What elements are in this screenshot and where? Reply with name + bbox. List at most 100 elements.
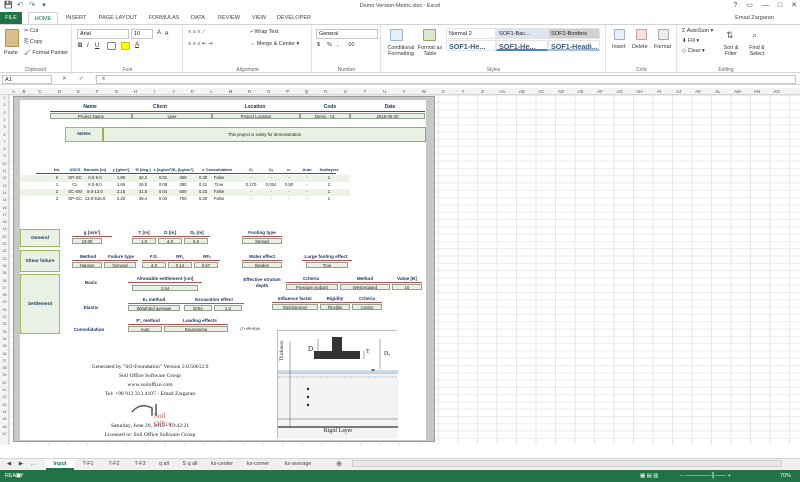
minimize-button[interactable]: — — [762, 0, 769, 12]
location-cell[interactable]: Project Location — [212, 113, 300, 119]
row-header[interactable]: 31 — [0, 315, 9, 319]
insert-cells-button[interactable]: Insert — [612, 44, 625, 50]
row-header[interactable]: 25 — [0, 271, 9, 275]
table-row[interactable]: 1 CL 6.0-8.0 1.65 26.0 0.08 350 0.41 True 0.170 0.… — [20, 182, 350, 189]
clear-button[interactable]: ◇ Clear ▾ — [682, 48, 705, 54]
value-cell[interactable]: 10 — [392, 284, 422, 290]
row-header[interactable]: 11 — [0, 169, 9, 173]
excavation-cell-a[interactable]: ErEs — [184, 305, 212, 311]
number-format-select[interactable]: General — [316, 29, 378, 39]
macro-icon[interactable]: ▣ — [16, 470, 21, 482]
table-cell[interactable]: 1 — [51, 182, 63, 189]
column-header[interactable]: L — [202, 88, 221, 95]
style-sof1-bac[interactable]: SOF1-Bac... — [496, 28, 548, 39]
column-header[interactable]: AD — [551, 88, 571, 95]
column-header[interactable]: AM — [728, 88, 748, 95]
column-header[interactable]: W — [414, 88, 434, 95]
grow-font-button[interactable]: A — [157, 30, 161, 36]
table-cell[interactable]: 32.2 — [133, 175, 153, 182]
t-cell[interactable]: 1.0 — [132, 238, 156, 244]
table-cell[interactable]: 26.0 — [133, 182, 153, 189]
table-cell[interactable]: 350 — [173, 182, 193, 189]
table-cell[interactable]: - — [262, 175, 280, 182]
column-header[interactable]: AL — [708, 88, 728, 95]
currency-button[interactable]: $ — [317, 42, 320, 48]
column-header[interactable]: C — [30, 88, 50, 95]
fs-cell[interactable]: 4.0 — [142, 262, 166, 268]
column-header[interactable]: AI — [649, 88, 669, 95]
column-header[interactable]: Q — [297, 88, 316, 95]
format-table-button[interactable]: Format as Table — [417, 45, 443, 57]
row-header[interactable]: 28 — [0, 293, 9, 297]
row-header[interactable]: 15 — [0, 198, 9, 202]
table-cell[interactable]: - — [281, 189, 297, 196]
ribbon-display-button[interactable]: ▭ — [746, 0, 753, 12]
row-header[interactable]: 44 — [0, 410, 9, 414]
table-cell[interactable]: 2 — [51, 189, 63, 196]
row-header[interactable]: 2 — [0, 103, 9, 107]
column-header[interactable]: T — [355, 88, 375, 95]
row-header[interactable]: 17 — [0, 213, 9, 217]
column-header[interactable]: AJ — [669, 88, 689, 95]
dw-cell[interactable]: 6.0 — [184, 238, 208, 244]
align-top-icon[interactable]: ≡ ≡ ≡ ⟋ — [188, 29, 206, 36]
row-header[interactable]: 1 — [0, 96, 9, 100]
table-cell[interactable]: False — [204, 196, 234, 203]
row-header[interactable]: 14 — [0, 191, 9, 195]
column-header[interactable]: AO — [767, 88, 787, 95]
sheet-tab-ks-corner[interactable]: ks-corner — [240, 459, 276, 470]
row-header[interactable]: 36 — [0, 352, 9, 356]
formula-input[interactable] — [96, 75, 796, 84]
find-select-button[interactable]: Find & Select — [744, 45, 770, 57]
table-cell[interactable]: - — [297, 182, 317, 189]
row-header[interactable]: 35 — [0, 344, 9, 348]
column-header[interactable]: AG — [610, 88, 630, 95]
row-header[interactable]: 29 — [0, 300, 9, 304]
sheet-tab-t-f1[interactable]: T-F1 — [76, 459, 100, 470]
column-header[interactable]: B — [18, 88, 30, 95]
table-cell[interactable]: False — [204, 175, 234, 182]
column-header[interactable]: Z — [473, 88, 493, 95]
table-cell[interactable]: 35.4 — [133, 196, 153, 203]
next-sheet-icon[interactable]: ▶ — [16, 459, 26, 470]
sort-filter-button[interactable]: Sort & Filter — [720, 45, 742, 57]
tab-view[interactable]: VIEW — [248, 12, 270, 24]
criteria-cell[interactable]: Pressure isobars — [286, 284, 338, 290]
table-row[interactable]: 2 SC-SM 8.0-13.0 2.15 31.5 0.04 500 0.33 False - -… — [20, 189, 350, 196]
paste-icon[interactable] — [5, 29, 19, 47]
excavation-cell-b[interactable]: 1.0 — [214, 305, 242, 311]
project-name-cell[interactable]: Project Name — [50, 113, 132, 119]
influence-cell[interactable]: Steinbrenner — [272, 304, 318, 310]
pc-method-cell[interactable]: Auto — [128, 326, 162, 332]
column-header[interactable]: D — [50, 88, 69, 95]
row-header[interactable]: 19 — [0, 227, 9, 231]
row-header[interactable]: 12 — [0, 176, 9, 180]
style-normal-2[interactable]: Normal 2 — [446, 28, 496, 39]
insert-cells-icon[interactable] — [614, 29, 625, 40]
table-row[interactable]: 3 GP-GC 13.0-515.0 2.20 35.4 0.03 700 0.30 False… — [20, 196, 350, 203]
copy-button[interactable]: ⎘ Copy — [24, 39, 42, 46]
underline-button[interactable]: U — [95, 43, 99, 49]
style-sof1-borders[interactable]: SOF1-Borders — [548, 28, 600, 39]
row-header[interactable]: 27 — [0, 286, 9, 290]
row-header[interactable]: 13 — [0, 184, 9, 188]
table-cell[interactable]: - — [262, 189, 280, 196]
table-cell[interactable]: 1 — [317, 196, 341, 203]
add-sheet-icon[interactable]: ⊕ — [334, 459, 344, 470]
tab-page-layout[interactable]: PAGE LAYOUT — [94, 12, 142, 24]
row-header[interactable]: 4 — [0, 118, 9, 122]
column-header[interactable]: V — [394, 88, 414, 95]
delete-cells-icon[interactable] — [636, 29, 647, 40]
format-cells-button[interactable]: Format — [654, 44, 671, 50]
table-cell[interactable]: 500 — [173, 189, 193, 196]
method-cell[interactable]: Hansen — [72, 262, 102, 268]
style-sof1-he-2[interactable]: SOF1-He... — [496, 40, 548, 51]
table-cell[interactable]: 0.0-6.0 — [82, 175, 108, 182]
date-cell[interactable]: 2015-06-20 — [350, 113, 425, 119]
column-header[interactable]: P — [278, 88, 297, 95]
table-row[interactable]: 0 GP-GC 0.0-6.0 1.80 32.2 0.01 450 0.30 False - - -… — [20, 175, 350, 182]
tab-review[interactable]: REVIEW — [214, 12, 244, 24]
table-cell[interactable]: 0.04 — [152, 189, 174, 196]
borders-icon[interactable] — [107, 42, 116, 50]
format-painter-button[interactable]: 🖌 Format Painter — [24, 50, 68, 56]
